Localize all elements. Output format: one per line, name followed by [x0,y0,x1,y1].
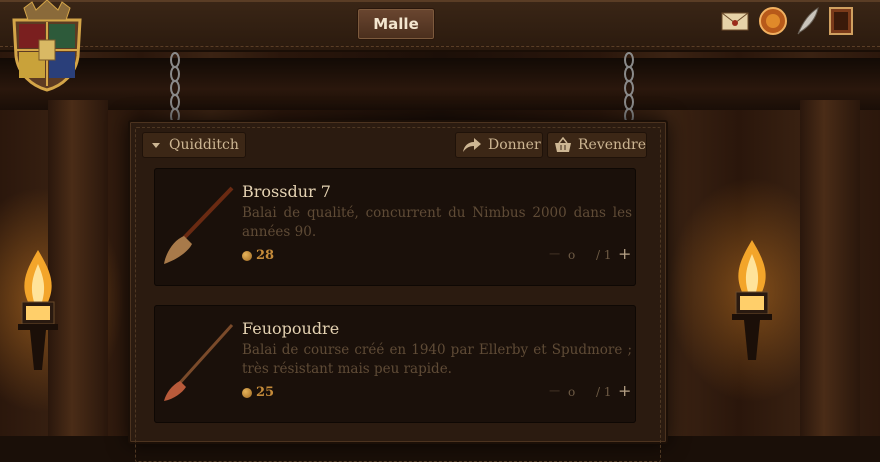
decrease-button[interactable]: − [548,381,561,400]
item-description: Balai de course créé en 1940 par Ellerby… [242,342,632,377]
title-button[interactable]: Malle [357,8,435,40]
item-description: Balai de qualité, concurrent du Nimbus 2… [242,205,632,240]
resell-button[interactable]: Revendre [547,132,647,158]
quantity-max: / 1 [596,385,612,399]
increase-button[interactable]: + [618,381,631,400]
item-price: 28 [242,248,274,263]
give-label: Donner [488,137,541,153]
item-price: 25 [242,385,274,400]
give-button[interactable]: Donner [455,132,543,158]
left-torch-icon [18,250,58,370]
chevron-down-icon [152,143,160,148]
list-item[interactable]: Feuopoudre Balai de course créé en 1940 … [154,305,636,423]
list-item[interactable]: Brossdur 7 Balai de qualité, concurrent … [154,168,636,286]
basket-icon [555,137,571,152]
quill-icon[interactable] [792,6,822,36]
broom-icon [164,323,234,401]
resell-label: Revendre [578,137,646,153]
coin-icon [242,387,252,398]
right-wood-pillar [800,100,860,436]
price-value: 28 [256,248,275,263]
ceiling-beam [0,58,880,110]
price-value: 25 [256,385,275,400]
left-chain-icon [170,52,180,124]
item-name: Feuopoudre [242,319,340,338]
right-torch-icon [732,240,772,360]
quantity-value: o [568,385,576,399]
category-dropdown[interactable]: Quidditch [142,132,246,158]
right-chain-icon [624,52,634,124]
quantity-value: o [568,248,576,262]
share-arrow-icon [463,138,481,152]
coin-icon [242,250,252,261]
item-name: Brossdur 7 [242,182,331,201]
decrease-button[interactable]: − [548,244,561,263]
owl-icon[interactable] [758,6,788,36]
quantity-max: / 1 [596,248,612,262]
portrait-icon[interactable] [826,6,856,36]
category-label: Quidditch [169,137,239,153]
title-label: Malle [373,15,419,33]
broom-icon [164,186,234,264]
increase-button[interactable]: + [618,244,631,263]
letter-icon[interactable] [720,6,750,36]
hogwarts-crest-icon[interactable] [6,0,88,92]
